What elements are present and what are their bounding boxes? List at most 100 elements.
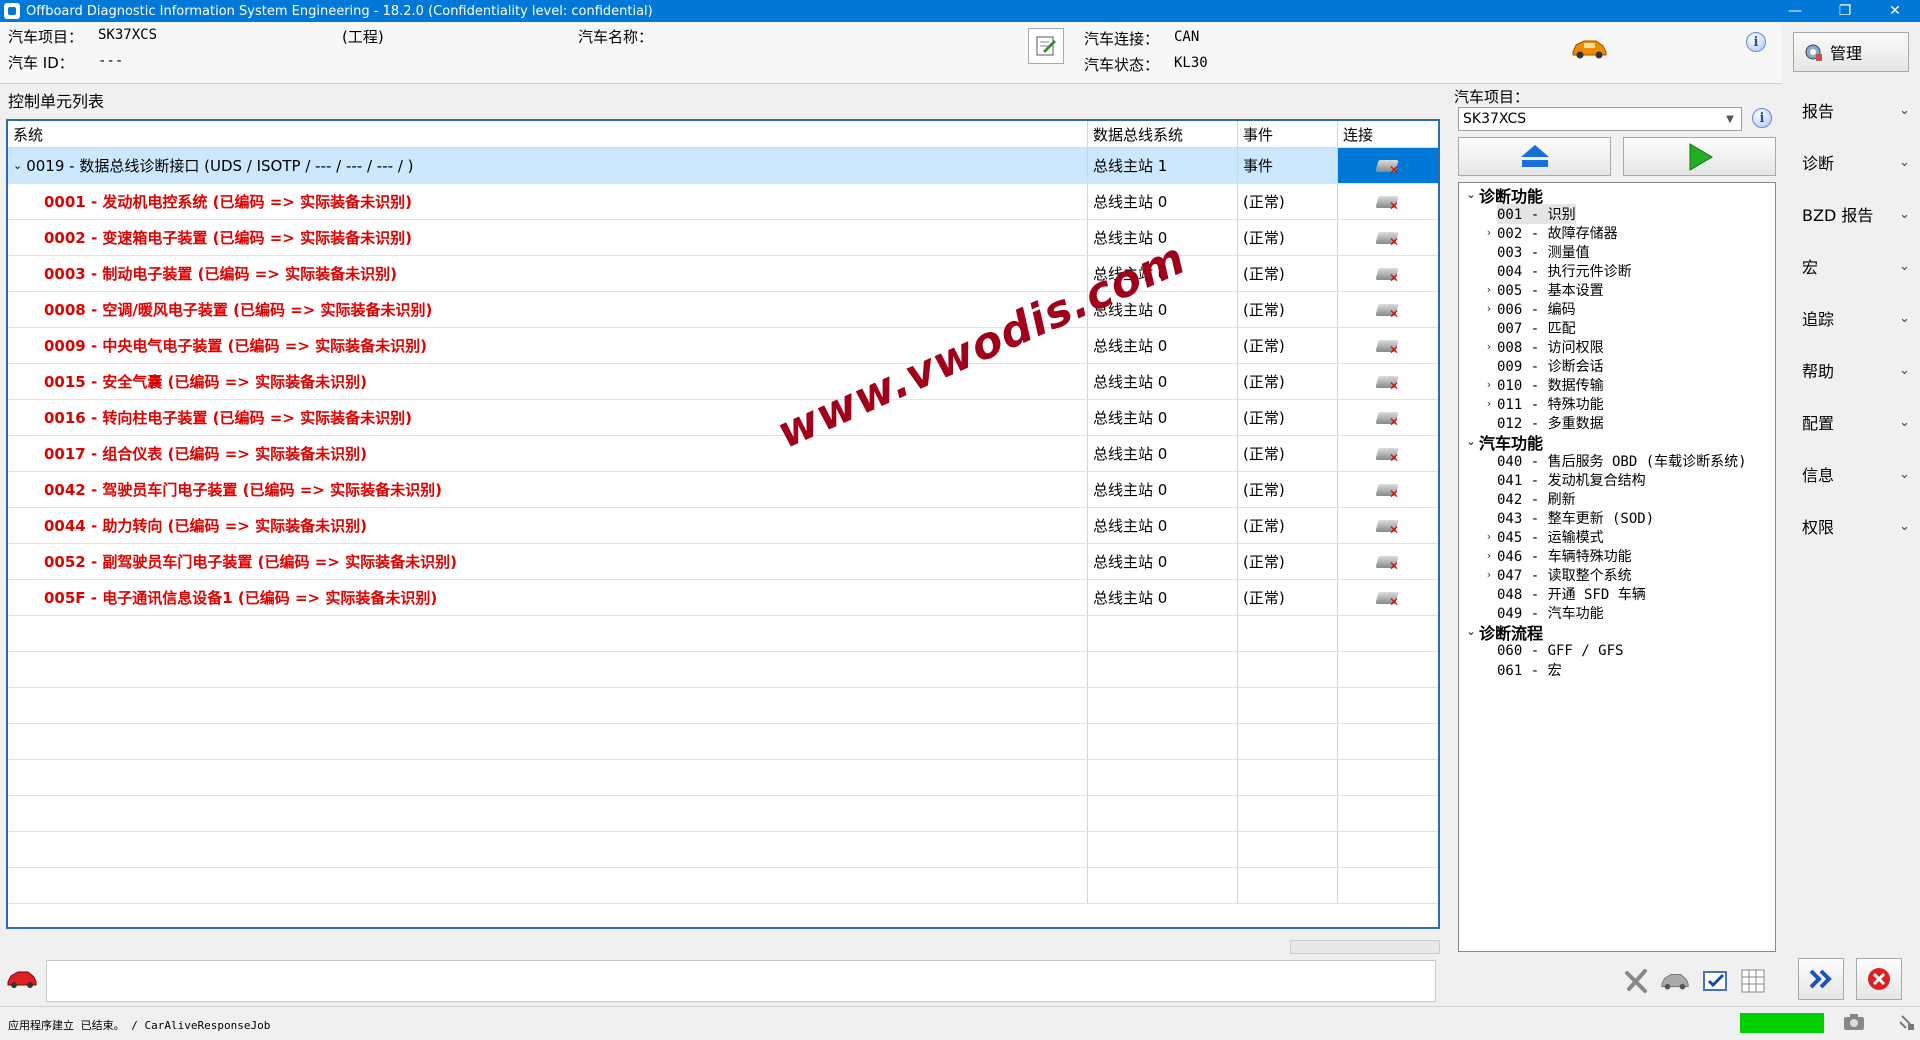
empty-row: [8, 868, 1438, 904]
menu-macro[interactable]: 宏 ⌄: [1786, 240, 1920, 292]
menu-permissions[interactable]: 权限 ⌄: [1786, 500, 1920, 552]
manage-button[interactable]: 管理: [1793, 32, 1909, 72]
minimize-button[interactable]: —: [1770, 0, 1820, 22]
ecu-event-cell: (正常): [1238, 256, 1338, 291]
collapse-chevron-icon[interactable]: ⌄: [13, 159, 22, 172]
header-info-icon[interactable]: i: [1746, 32, 1766, 52]
table-row[interactable]: 0001 - 发动机电控系统 (已编码 => 实际装备未识别) 总线主站 0 (正常…: [8, 184, 1438, 220]
tree-item[interactable]: 048 - 开通 SFD 车辆: [1459, 584, 1775, 603]
table-row[interactable]: 005F - 电子通讯信息设备1 (已编码 => 实际装备未识别) 总线主站 0(…: [8, 580, 1438, 616]
menu-config[interactable]: 配置 ⌄: [1786, 396, 1920, 448]
tree-group[interactable]: ⌄ 诊断功能: [1459, 185, 1775, 206]
ecu-bus-cell: 总线主站 0: [1088, 544, 1238, 579]
tree-item[interactable]: › 008 - 访问权限: [1459, 337, 1775, 356]
menu-info-label: 信息: [1802, 466, 1835, 485]
menu-diagnosis[interactable]: 诊断 ⌄: [1786, 136, 1920, 188]
tree-group-label: 诊断流程: [1479, 623, 1544, 643]
tree-item[interactable]: › 010 - 数据传输: [1459, 375, 1775, 394]
checklist-icon[interactable]: [1700, 966, 1730, 996]
tree-item[interactable]: 003 - 测量值: [1459, 242, 1775, 261]
column-header-connection[interactable]: 连接: [1338, 121, 1438, 147]
table-row[interactable]: 0042 - 驾驶员车门电子装置 (已编码 => 实际装备未识别) 总线主站 0(…: [8, 472, 1438, 508]
exit-button[interactable]: [1856, 958, 1902, 1000]
tree-item[interactable]: › 005 - 基本设置: [1459, 280, 1775, 299]
empty-cell: [1338, 796, 1438, 831]
menu-info[interactable]: 信息 ⌄: [1786, 448, 1920, 500]
maximize-button[interactable]: ❐: [1820, 0, 1870, 22]
chevron-down-icon[interactable]: ⌄: [1463, 188, 1479, 201]
tree-item-label: 047 - 读取整个系统: [1497, 567, 1632, 584]
table-row[interactable]: 0008 - 空调/暖风电子装置 (已编码 => 实际装备未识别) 总线主站 0(…: [8, 292, 1438, 328]
forward-button[interactable]: [1798, 958, 1844, 1000]
eject-button[interactable]: [1458, 137, 1611, 176]
menu-help[interactable]: 帮助 ⌄: [1786, 344, 1920, 396]
chevron-right-icon[interactable]: ›: [1481, 340, 1497, 353]
tree-item[interactable]: 060 - GFF / GFS: [1459, 641, 1775, 660]
empty-cell: [1338, 724, 1438, 759]
tree-item[interactable]: › 006 - 编码: [1459, 299, 1775, 318]
resize-grip-icon[interactable]: [1896, 1012, 1916, 1036]
empty-cell: [8, 616, 1088, 651]
chevron-right-icon[interactable]: ›: [1481, 302, 1497, 315]
tree-item[interactable]: 041 - 发动机复合结构: [1459, 470, 1775, 489]
table-row[interactable]: 0015 - 安全气囊 (已编码 => 实际装备未识别) 总线主站 0 (正常) ✕: [8, 364, 1438, 400]
chevron-down-icon[interactable]: ⌄: [1463, 435, 1479, 448]
chevron-right-icon[interactable]: ›: [1481, 397, 1497, 410]
tree-group[interactable]: ⌄ 汽车功能: [1459, 432, 1775, 453]
vehicle-gray-icon[interactable]: [1660, 966, 1690, 996]
connection-value: CAN: [1174, 29, 1200, 45]
project-info-icon[interactable]: i: [1752, 108, 1772, 128]
table-row[interactable]: 0003 - 制动电子装置 (已编码 => 实际装备未识别) 总线主站 0 (正常)…: [8, 256, 1438, 292]
empty-cell: [1088, 796, 1238, 831]
tree-item[interactable]: 001 - 识别: [1459, 203, 1775, 224]
table-row[interactable]: 0016 - 转向柱电子装置 (已编码 => 实际装备未识别) 总线主站 0 (正常…: [8, 400, 1438, 436]
tree-item[interactable]: › 011 - 特殊功能: [1459, 394, 1775, 413]
table-row[interactable]: 0009 - 中央电气电子装置 (已编码 => 实际装备未识别) 总线主站 0 (正…: [8, 328, 1438, 364]
message-area[interactable]: [46, 960, 1436, 1002]
control-unit-grid: 系统 数据总线系统 事件 连接 ⌄ 0019 - 数据总线诊断接口 (UDS /…: [6, 119, 1440, 929]
tree-item[interactable]: 004 - 执行元件诊断: [1459, 261, 1775, 280]
tree-item-label: 060 - GFF / GFS: [1497, 642, 1624, 659]
vehicle-project-select[interactable]: SK37XCS ▼: [1458, 107, 1742, 131]
chevron-right-icon[interactable]: ›: [1481, 549, 1497, 562]
table-row[interactable]: 0017 - 组合仪表 (已编码 => 实际装备未识别) 总线主站 0 (正常) ✕: [8, 436, 1438, 472]
ecu-event-cell: (正常): [1238, 328, 1338, 363]
ecu-connection-cell: ✕: [1338, 580, 1438, 615]
chevron-right-icon[interactable]: ›: [1481, 226, 1497, 239]
empty-cell: [1088, 832, 1238, 867]
column-header-system[interactable]: 系统: [8, 121, 1088, 147]
column-header-event[interactable]: 事件: [1238, 121, 1338, 147]
chevron-right-icon[interactable]: ›: [1481, 530, 1497, 543]
tree-item[interactable]: › 045 - 运输模式: [1459, 527, 1775, 546]
chevron-right-icon[interactable]: ›: [1481, 378, 1497, 391]
chevron-right-icon[interactable]: ›: [1481, 568, 1497, 581]
screenshot-camera-icon[interactable]: [1842, 1012, 1866, 1036]
chevron-right-icon[interactable]: ›: [1481, 283, 1497, 296]
column-header-bus[interactable]: 数据总线系统: [1088, 121, 1238, 147]
tree-item[interactable]: 042 - 刷新: [1459, 489, 1775, 508]
start-button[interactable]: [1623, 137, 1776, 176]
tree-item[interactable]: 009 - 诊断会话: [1459, 356, 1775, 375]
table-row[interactable]: 0044 - 助力转向 (已编码 => 实际装备未识别) 总线主站 0 (正常) ✕: [8, 508, 1438, 544]
tree-item[interactable]: 061 - 宏: [1459, 660, 1775, 679]
bottom-car-icon[interactable]: [6, 968, 38, 994]
menu-bzd-report[interactable]: BZD 报告 ⌄: [1786, 188, 1920, 240]
table-grid-icon[interactable]: [1738, 966, 1768, 996]
tree-item[interactable]: › 002 - 故障存储器: [1459, 223, 1775, 242]
table-row[interactable]: 0002 - 变速箱电子装置 (已编码 => 实际装备未识别) 总线主站 0 (正常…: [8, 220, 1438, 256]
edit-notes-icon[interactable]: [1028, 28, 1064, 64]
disconnect-tools-icon[interactable]: [1622, 966, 1652, 996]
horizontal-scrollbar[interactable]: [1290, 940, 1440, 954]
close-window-button[interactable]: ✕: [1870, 0, 1920, 22]
table-row[interactable]: 0052 - 副驾驶员车门电子装置 (已编码 => 实际装备未识别) 总线主站 0…: [8, 544, 1438, 580]
tree-item[interactable]: 043 - 整车更新 (SOD): [1459, 508, 1775, 527]
tree-item[interactable]: › 047 - 读取整个系统: [1459, 565, 1775, 584]
tree-group[interactable]: ⌄ 诊断流程: [1459, 622, 1775, 643]
table-row-gateway[interactable]: ⌄ 0019 - 数据总线诊断接口 (UDS / ISOTP / --- / -…: [8, 148, 1438, 184]
tree-item[interactable]: 007 - 匹配: [1459, 318, 1775, 337]
tree-item[interactable]: › 046 - 车辆特殊功能: [1459, 546, 1775, 565]
menu-report[interactable]: 报告 ⌄: [1786, 84, 1920, 136]
tree-item[interactable]: 040 - 售后服务 OBD (车载诊断系统): [1459, 451, 1775, 470]
chevron-down-icon[interactable]: ⌄: [1463, 625, 1479, 638]
menu-trace[interactable]: 追踪 ⌄: [1786, 292, 1920, 344]
